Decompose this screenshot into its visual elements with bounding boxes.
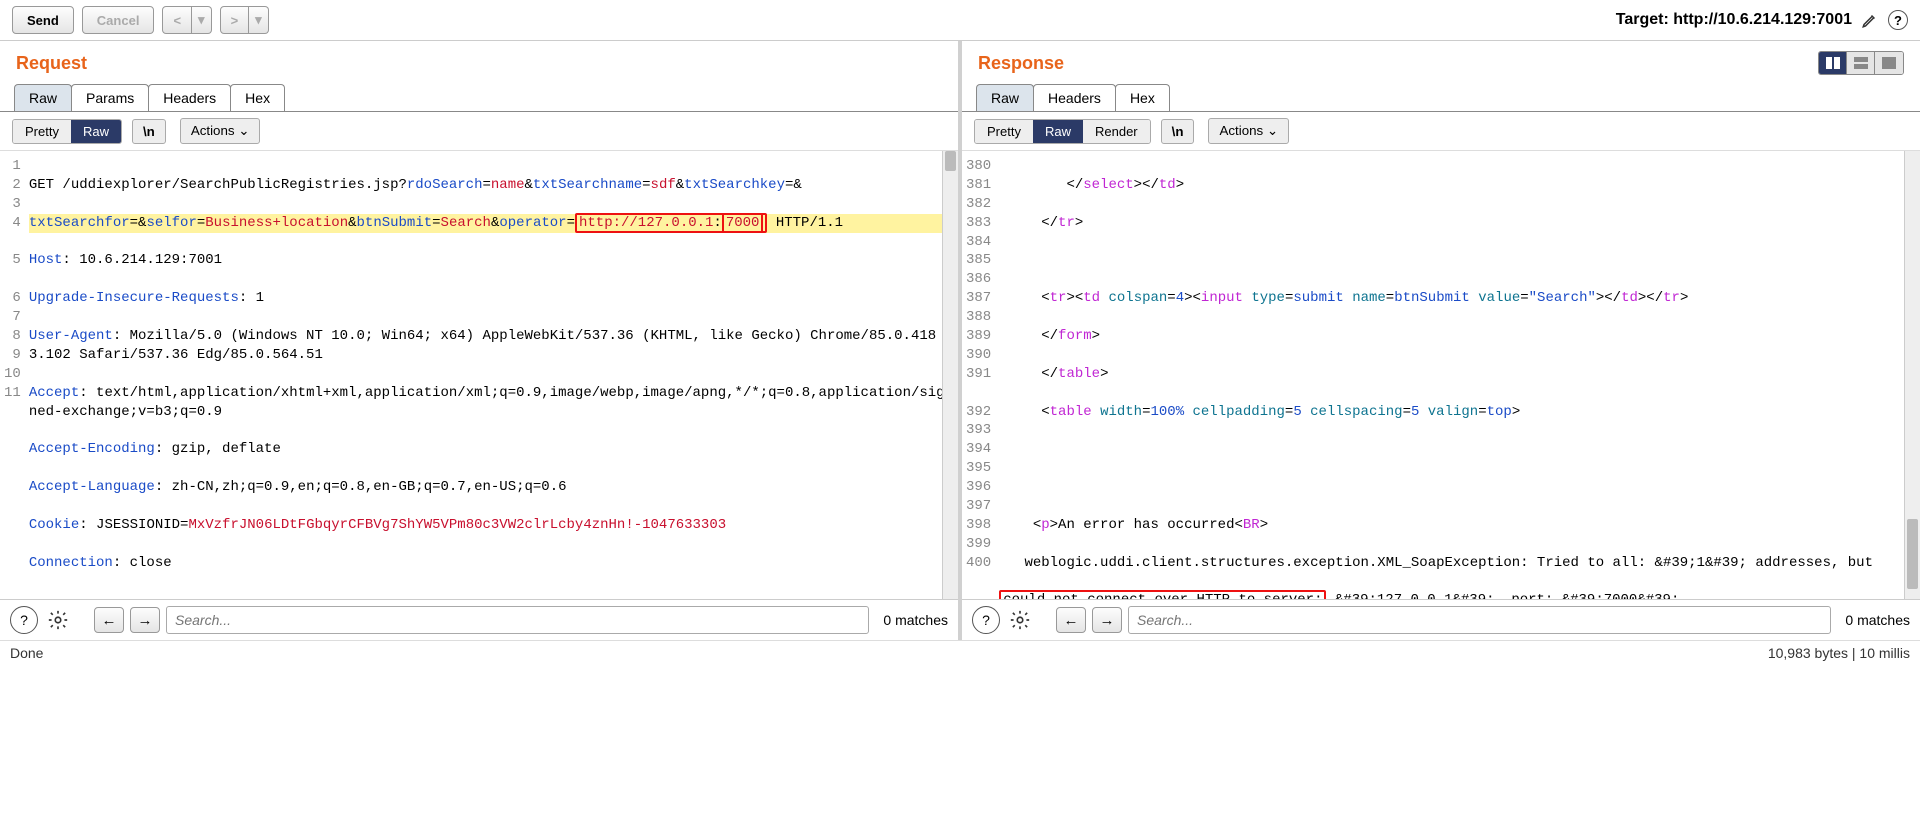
cancel-button[interactable]: Cancel <box>82 6 155 34</box>
response-bottom-bar: ? ← → 0 matches <box>962 599 1920 640</box>
request-code[interactable]: GET /uddiexplorer/SearchPublicRegistries… <box>27 151 958 599</box>
request-view-segment: Pretty Raw <box>12 119 122 144</box>
tab-raw[interactable]: Raw <box>976 84 1034 111</box>
request-title: Request <box>0 41 958 84</box>
response-search-input[interactable] <box>1128 606 1831 634</box>
request-tabs: Raw Params Headers Hex <box>0 84 958 112</box>
request-search-input[interactable] <box>166 606 869 634</box>
response-actions-menu[interactable]: Actions ⌄ <box>1208 118 1289 144</box>
response-code[interactable]: </select></td> </tr> <tr><td colspan=4><… <box>997 151 1920 599</box>
response-panel: Response Raw Headers Hex Pretty Raw Rend… <box>962 41 1920 640</box>
target-label: Target: http://10.6.214.129:7001 <box>1616 11 1852 29</box>
request-subtoolbar: Pretty Raw \n Actions ⌄ <box>0 112 958 151</box>
search-next-button[interactable]: → <box>130 607 160 633</box>
status-bar: Done 10,983 bytes | 10 millis <box>0 640 1920 665</box>
send-button[interactable]: Send <box>12 6 74 34</box>
tab-raw[interactable]: Raw <box>14 84 72 111</box>
settings-icon[interactable] <box>1006 606 1034 634</box>
request-scrollbar[interactable] <box>942 151 958 599</box>
history-forward-split: > ▾ <box>220 6 269 34</box>
panels: Request Raw Params Headers Hex Pretty Ra… <box>0 40 1920 640</box>
history-back-split: < ▾ <box>162 6 211 34</box>
response-gutter: 380381382383384385386387388389390391 392… <box>962 151 997 599</box>
tab-params[interactable]: Params <box>71 84 149 111</box>
toolbar-right: Target: http://10.6.214.129:7001 ? <box>1616 10 1908 30</box>
toolbar-left: Send Cancel < ▾ > ▾ <box>12 6 269 34</box>
status-left: Done <box>10 645 43 661</box>
tab-headers[interactable]: Headers <box>148 84 231 111</box>
request-editor[interactable]: 1234 5 67891011 GET /uddiexplorer/Search… <box>0 151 958 599</box>
response-matches-label: 0 matches <box>1845 612 1910 628</box>
request-matches-label: 0 matches <box>883 612 948 628</box>
tab-hex[interactable]: Hex <box>1115 84 1170 111</box>
history-back-button[interactable]: < <box>162 6 192 34</box>
response-subtoolbar: Pretty Raw Render \n Actions ⌄ <box>962 112 1920 151</box>
edit-target-icon[interactable] <box>1860 10 1880 30</box>
layout-single-icon[interactable] <box>1875 52 1903 74</box>
tab-headers[interactable]: Headers <box>1033 84 1116 111</box>
layout-rows-icon[interactable] <box>1847 52 1875 74</box>
history-back-menu[interactable]: ▾ <box>192 6 212 34</box>
help-icon[interactable]: ? <box>972 606 1000 634</box>
layout-columns-icon[interactable] <box>1819 52 1847 74</box>
response-view-segment: Pretty Raw Render <box>974 119 1151 144</box>
settings-icon[interactable] <box>44 606 72 634</box>
newline-toggle[interactable]: \n <box>132 119 166 144</box>
raw-button[interactable]: Raw <box>1033 120 1083 143</box>
top-toolbar: Send Cancel < ▾ > ▾ Target: http://10.6.… <box>0 0 1920 40</box>
search-next-button[interactable]: → <box>1092 607 1122 633</box>
request-panel: Request Raw Params Headers Hex Pretty Ra… <box>0 41 962 640</box>
help-icon[interactable]: ? <box>10 606 38 634</box>
response-editor[interactable]: 380381382383384385386387388389390391 392… <box>962 151 1920 599</box>
render-button[interactable]: Render <box>1083 120 1150 143</box>
help-icon[interactable]: ? <box>1888 10 1908 30</box>
pretty-button[interactable]: Pretty <box>975 120 1033 143</box>
response-tabs: Raw Headers Hex <box>962 84 1920 112</box>
request-gutter: 1234 5 67891011 <box>0 151 27 599</box>
request-bottom-bar: ? ← → 0 matches <box>0 599 958 640</box>
search-prev-button[interactable]: ← <box>1056 607 1086 633</box>
layout-toggle <box>1818 51 1904 75</box>
pretty-button[interactable]: Pretty <box>13 120 71 143</box>
newline-toggle[interactable]: \n <box>1161 119 1195 144</box>
history-forward-menu[interactable]: ▾ <box>249 6 269 34</box>
tab-hex[interactable]: Hex <box>230 84 285 111</box>
response-title: Response <box>962 41 1080 84</box>
raw-button[interactable]: Raw <box>71 120 121 143</box>
request-actions-menu[interactable]: Actions ⌄ <box>180 118 261 144</box>
status-right: 10,983 bytes | 10 millis <box>1768 645 1910 661</box>
search-prev-button[interactable]: ← <box>94 607 124 633</box>
response-scrollbar[interactable] <box>1904 151 1920 599</box>
history-forward-button[interactable]: > <box>220 6 250 34</box>
